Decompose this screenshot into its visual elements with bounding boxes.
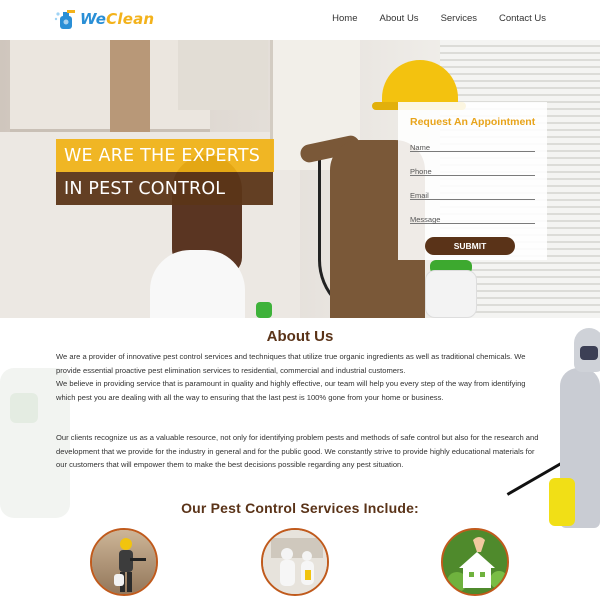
logo-text: WeClean	[80, 10, 155, 28]
hazmat-worker-mask	[580, 346, 598, 360]
services-title: Our Pest Control Services Include:	[181, 500, 419, 516]
hero-headline-line1: WE ARE THE EXPERTS	[56, 139, 275, 172]
hero-photo-bottle	[256, 302, 272, 318]
hero-headline-text2: IN PEST CONTROL	[64, 178, 226, 199]
nav-services[interactable]: Services	[441, 13, 477, 24]
name-input[interactable]	[410, 143, 535, 152]
message-field	[410, 209, 535, 224]
service-thumbnail-home-protection[interactable]	[441, 528, 509, 596]
about-paragraph-2: Our clients recognize us as a valuable r…	[56, 433, 539, 469]
hero-photo-cabinet-door	[110, 40, 150, 132]
hazmat-team-illustration-icon	[263, 530, 327, 594]
nav-home[interactable]: Home	[332, 13, 357, 24]
logo[interactable]: WeClean	[54, 8, 154, 30]
main-nav: Home About Us Services Contact Us	[332, 13, 546, 24]
hero-photo-sprayer	[425, 270, 477, 318]
hero-headline-text1: WE ARE THE EXPERTS	[64, 145, 261, 166]
nav-about-us[interactable]: About Us	[379, 13, 418, 24]
name-field	[410, 137, 535, 152]
phone-field	[410, 161, 535, 176]
about-paragraph-1a: We are a provider of innovative pest con…	[56, 352, 526, 375]
about-paragraph-1: We are a provider of innovative pest con…	[56, 350, 546, 404]
phone-input[interactable]	[410, 167, 535, 176]
email-input[interactable]	[410, 191, 535, 200]
house-protection-illustration-icon	[443, 530, 507, 594]
email-field	[410, 185, 535, 200]
hero-headline-line2: IN PEST CONTROL	[56, 172, 274, 205]
background-sprayer-detail	[10, 393, 38, 423]
hero-photo-woman-shirt	[150, 250, 245, 318]
sprayer-worker-illustration-icon	[92, 530, 156, 594]
about-section: About Us We are a provider of innovative…	[0, 318, 600, 600]
about-title: About Us	[266, 328, 334, 345]
site-header: WeClean Home About Us Services Contact U…	[0, 0, 600, 40]
hero-photo-cabinet-inner	[178, 40, 268, 110]
about-paragraph-1b: We believe in providing service that is …	[56, 379, 526, 402]
submit-button[interactable]: SUBMIT	[425, 237, 515, 255]
nav-contact-us[interactable]: Contact Us	[499, 13, 546, 24]
service-thumbnail-hazmat-team[interactable]	[261, 528, 329, 596]
appointment-form-title: Request An Appointment	[410, 116, 536, 128]
service-thumbnail-sprayer-worker[interactable]	[90, 528, 158, 596]
spray-bottle-logo-icon	[54, 8, 78, 30]
appointment-form: Request An Appointment SUBMIT	[398, 102, 547, 260]
message-input[interactable]	[410, 215, 535, 224]
